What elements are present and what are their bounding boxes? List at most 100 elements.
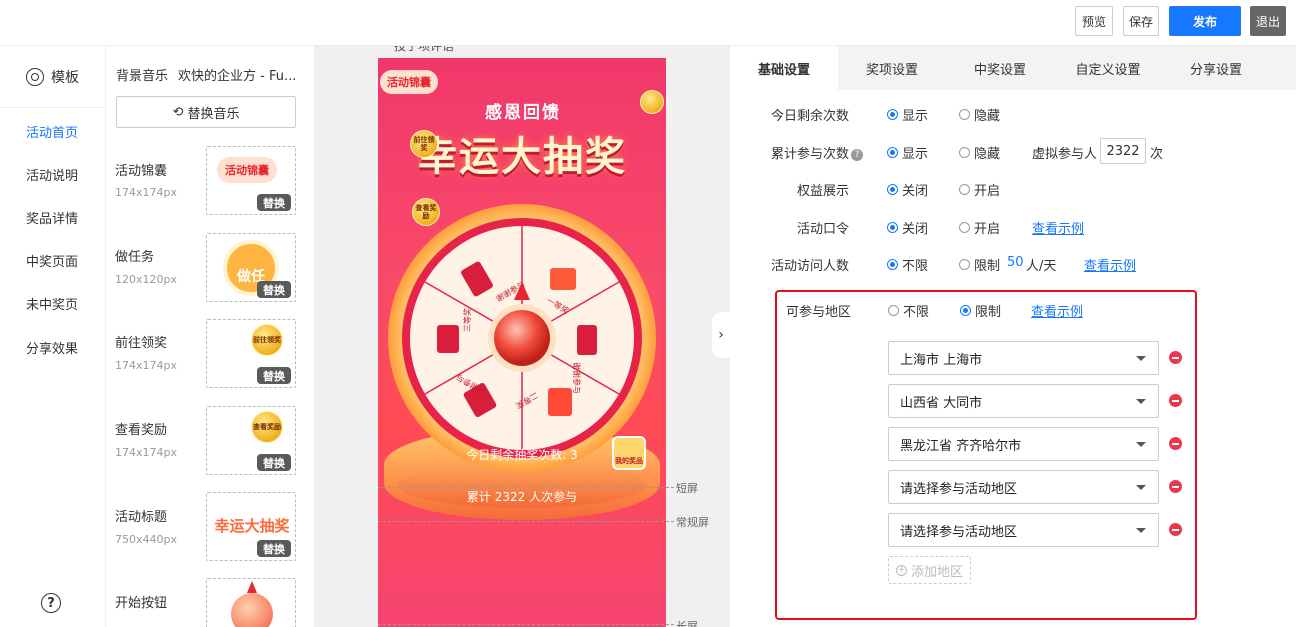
nav-item-win-page[interactable]: 中奖页面: [26, 251, 78, 270]
music-row: 背景音乐 欢快的企业方 - Fu...: [116, 65, 296, 84]
total-join-show-radio[interactable]: 显示: [887, 143, 928, 162]
replace-button[interactable]: 替换: [257, 281, 291, 298]
settings-tabs: 基础设置 奖项设置 中奖设置 自定义设置 分享设置: [730, 46, 1296, 90]
visitors-limit-radio[interactable]: 限制: [959, 255, 1000, 274]
visitors-limit-value[interactable]: 50: [1007, 255, 1024, 270]
exit-button[interactable]: 退出: [1250, 6, 1286, 36]
nav-template[interactable]: 模板: [0, 46, 106, 108]
replace-button[interactable]: 替换: [257, 454, 291, 471]
pointer-icon: [247, 581, 257, 593]
start-button[interactable]: [494, 310, 550, 366]
remove-region-icon[interactable]: [1169, 480, 1182, 493]
preview-button[interactable]: 预览: [1075, 6, 1113, 36]
tab-custom[interactable]: 自定义设置: [1054, 46, 1162, 90]
collapse-panel-button[interactable]: ›: [712, 312, 730, 358]
password-on-radio[interactable]: 开启: [959, 218, 1000, 237]
asset-size: 174x174px: [115, 186, 177, 199]
password-off-radio[interactable]: 关闭: [887, 218, 928, 237]
tab-winning[interactable]: 中奖设置: [946, 46, 1054, 90]
region-select[interactable]: 请选择参与活动地区: [888, 470, 1159, 504]
music-value: 欢快的企业方 - Fu...: [178, 69, 297, 84]
today-remain-hide-radio[interactable]: 隐藏: [959, 105, 1000, 124]
rights-off-radio[interactable]: 关闭: [887, 180, 928, 199]
tab-share[interactable]: 分享设置: [1162, 46, 1270, 90]
asset-thumb-box[interactable]: 前往领奖 替换: [206, 319, 296, 388]
total-join-label: 累计参与次数?: [771, 143, 864, 162]
remove-region-icon[interactable]: [1169, 351, 1182, 364]
region-example-link[interactable]: 查看示例: [1031, 301, 1083, 320]
wheel-prize-3: 谢谢参与: [572, 362, 582, 394]
nav-item-description[interactable]: 活动说明: [26, 165, 78, 184]
region-limit-radio[interactable]: 限制: [960, 301, 1001, 320]
short-screen-label: 短屏: [676, 482, 698, 495]
activity-tips-pill[interactable]: 活动锦囊: [380, 70, 438, 94]
visitors-unlimited-radio[interactable]: 不限: [887, 255, 928, 274]
rights-on-radio[interactable]: 开启: [959, 180, 1000, 199]
replace-music-button[interactable]: ⟲ 替换音乐: [116, 96, 296, 128]
asset-thumb-box[interactable]: 做任 替换: [206, 233, 296, 302]
virtual-join-input[interactable]: 2322: [1100, 138, 1146, 164]
tab-basic[interactable]: 基础设置: [730, 46, 838, 90]
start-button-thumb: [231, 593, 273, 627]
short-screen-line: [378, 487, 674, 488]
visitors-label: 活动访问人数: [771, 259, 850, 274]
asset-size: 174x174px: [115, 359, 177, 372]
template-icon: [26, 67, 44, 86]
asset-size: 174x174px: [115, 446, 177, 459]
rights-label: 权益展示: [797, 184, 850, 199]
go-claim-coin[interactable]: 前往领奖: [410, 130, 438, 158]
password-label: 活动口令: [797, 222, 850, 237]
asset-label: 开始按钮: [115, 596, 168, 611]
asset-label: 活动锦囊: [115, 164, 168, 179]
chevron-down-icon: [1136, 356, 1146, 361]
help-icon[interactable]: ?: [851, 148, 864, 161]
my-prize-button[interactable]: 我的奖品: [612, 436, 646, 470]
nav-item-share[interactable]: 分享效果: [26, 338, 78, 357]
publish-button[interactable]: 发布: [1169, 6, 1241, 36]
total-join-hide-radio[interactable]: 隐藏: [959, 143, 1000, 162]
remove-region-icon[interactable]: [1169, 523, 1182, 536]
music-label: 背景音乐: [116, 69, 169, 84]
today-remain-show-radio[interactable]: 显示: [887, 105, 928, 124]
save-button[interactable]: 保存: [1123, 6, 1159, 36]
chevron-down-icon: [1136, 442, 1146, 447]
tab-prizes[interactable]: 奖项设置: [838, 46, 946, 90]
chevron-down-icon: [1136, 528, 1146, 533]
replace-button[interactable]: 替换: [257, 540, 291, 557]
replace-button[interactable]: 替换: [257, 194, 291, 211]
asset-thumb-box[interactable]: 查看奖励 替换: [206, 406, 296, 475]
visitors-example-link[interactable]: 查看示例: [1084, 255, 1136, 274]
remove-region-icon[interactable]: [1169, 437, 1182, 450]
chevron-right-icon: ›: [718, 327, 724, 343]
normal-screen-line: [378, 521, 674, 522]
nav-item-home[interactable]: 活动首页: [26, 122, 78, 141]
asset-thumb-box[interactable]: [206, 578, 296, 627]
replace-button[interactable]: 替换: [257, 367, 291, 384]
region-select[interactable]: 山西省 大同市: [888, 384, 1159, 418]
region-unlimited-radio[interactable]: 不限: [888, 301, 929, 320]
asset-thumb-box[interactable]: 幸运大抽奖 替换: [206, 492, 296, 561]
remove-region-icon[interactable]: [1169, 394, 1182, 407]
asset-label: 查看奖励: [115, 423, 168, 438]
region-select[interactable]: 请选择参与活动地区: [888, 513, 1159, 547]
wheel-prize-6: 三等奖: [462, 308, 472, 332]
password-example-link[interactable]: 查看示例: [1032, 218, 1084, 237]
nav-item-lose-page[interactable]: 未中奖页: [26, 294, 78, 313]
chevron-down-icon: [1136, 399, 1146, 404]
help-icon[interactable]: ?: [41, 593, 61, 613]
long-screen-line: [378, 624, 674, 625]
asset-size: 750x440px: [115, 533, 177, 546]
asset-thumb-title: 幸运大抽奖: [214, 517, 290, 535]
asset-thumb-coin: 查看奖励: [251, 411, 283, 443]
nav-item-prize-detail[interactable]: 奖品详情: [26, 208, 78, 227]
preview-canvas: 技于项评语 活动锦囊 感恩回馈 幸运大抽奖 前往领奖 查看奖励 谢谢参与 一等奖…: [314, 46, 730, 627]
long-screen-label: 长屏: [676, 620, 698, 627]
asset-thumb-pill: 活动锦囊: [217, 157, 277, 183]
resource-panel: 背景音乐 欢快的企业方 - Fu... ⟲ 替换音乐 活动锦囊 174x174px…: [106, 46, 314, 627]
add-region-button[interactable]: + 添加地区: [888, 556, 971, 584]
region-select[interactable]: 上海市 上海市: [888, 341, 1159, 375]
region-select[interactable]: 黑龙江省 齐齐哈尔市: [888, 427, 1159, 461]
sub-title: 感恩回馈: [485, 103, 561, 123]
asset-thumb-box[interactable]: 活动锦囊 替换: [206, 146, 296, 215]
nav-template-label: 模板: [51, 69, 79, 86]
